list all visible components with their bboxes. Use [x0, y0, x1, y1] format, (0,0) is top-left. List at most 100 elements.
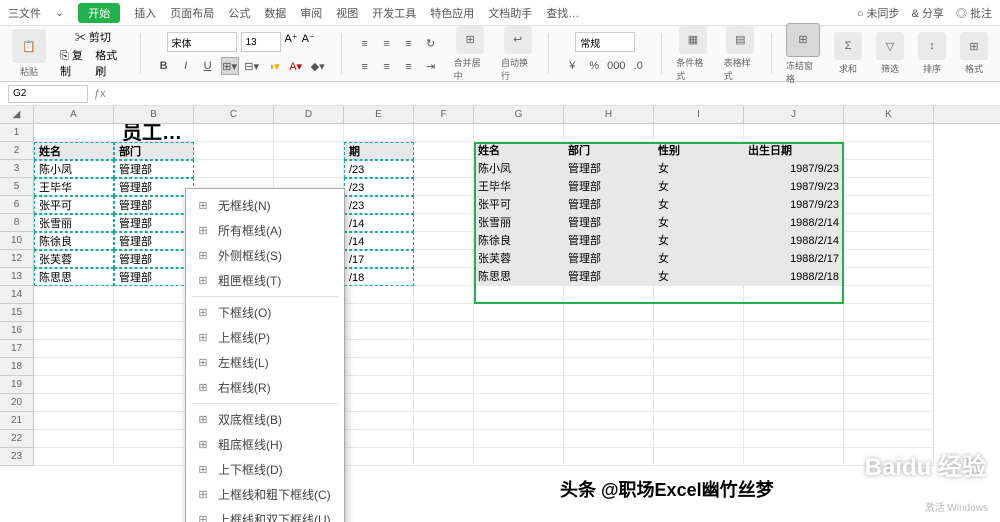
cell[interactable]: 张芙蓉 [474, 250, 564, 268]
cell[interactable]: 1988/2/14 [744, 214, 844, 232]
cell[interactable] [344, 124, 414, 142]
cell[interactable] [414, 340, 474, 358]
cell[interactable] [344, 340, 414, 358]
fill-color-button[interactable]: ⊟▾ [243, 57, 261, 75]
cell[interactable] [654, 304, 744, 322]
cell[interactable]: 女 [654, 196, 744, 214]
font-color-button[interactable]: A▾ [287, 57, 305, 75]
cell[interactable] [194, 160, 274, 178]
cell[interactable] [844, 160, 934, 178]
border-menu-item[interactable]: ⊞双底框线(B) [186, 407, 344, 432]
cell[interactable] [844, 250, 934, 268]
align-center-icon[interactable]: ≡ [378, 58, 396, 76]
row-header[interactable]: 23 [0, 448, 34, 466]
cell[interactable]: 张平可 [34, 196, 114, 214]
cell[interactable] [744, 304, 844, 322]
cell[interactable] [564, 124, 654, 142]
cell[interactable] [344, 430, 414, 448]
cell[interactable] [414, 412, 474, 430]
cell[interactable] [34, 394, 114, 412]
cell[interactable] [474, 286, 564, 304]
cell[interactable] [744, 430, 844, 448]
cell[interactable] [844, 124, 934, 142]
col-header[interactable]: F [414, 106, 474, 123]
cell[interactable]: /23 [344, 196, 414, 214]
cell[interactable]: 张芙蓉 [34, 250, 114, 268]
cell[interactable] [564, 394, 654, 412]
share-button[interactable]: & 分享 [912, 5, 944, 21]
cell[interactable] [654, 448, 744, 466]
cell[interactable]: 陈思思 [474, 268, 564, 286]
cell[interactable] [654, 124, 744, 142]
menu-icon[interactable]: ⌄ [55, 6, 64, 19]
cell[interactable]: 管理部 [114, 232, 194, 250]
cell[interactable] [654, 322, 744, 340]
cell[interactable]: /18 [344, 268, 414, 286]
cell[interactable] [414, 304, 474, 322]
cell[interactable] [564, 430, 654, 448]
cell[interactable] [844, 214, 934, 232]
cell[interactable] [474, 376, 564, 394]
condfmt-icon[interactable]: ▦ [679, 26, 707, 54]
cell[interactable]: 管理部 [114, 196, 194, 214]
cell[interactable] [844, 304, 934, 322]
cell[interactable]: 管理部 [114, 160, 194, 178]
cell[interactable]: 陈思思 [34, 268, 114, 286]
cell[interactable] [654, 358, 744, 376]
row-header[interactable]: 16 [0, 322, 34, 340]
freeze-icon[interactable]: ⊞ [786, 23, 820, 57]
cell[interactable] [414, 196, 474, 214]
tab-special[interactable]: 特色应用 [430, 5, 474, 21]
row-header[interactable]: 14 [0, 286, 34, 304]
cell[interactable] [844, 178, 934, 196]
cell[interactable]: 女 [654, 232, 744, 250]
cell[interactable]: 管理部 [564, 232, 654, 250]
cell[interactable] [414, 430, 474, 448]
cell[interactable] [744, 322, 844, 340]
cell[interactable] [474, 394, 564, 412]
effects-button[interactable]: ◆▾ [309, 57, 327, 75]
cell[interactable] [844, 430, 934, 448]
tab-start[interactable]: 开始 [78, 3, 120, 23]
cell[interactable]: 陈小凤 [474, 160, 564, 178]
col-header[interactable]: C [194, 106, 274, 123]
cell[interactable]: 部门 [114, 142, 194, 160]
cell[interactable] [744, 286, 844, 304]
cell[interactable] [414, 124, 474, 142]
merge-icon[interactable]: ⊞ [456, 26, 484, 54]
cell[interactable]: 部门 [564, 142, 654, 160]
bold-button[interactable]: B [155, 57, 173, 75]
col-header[interactable]: D [274, 106, 344, 123]
tab-insert[interactable]: 插入 [134, 5, 156, 21]
tab-dev[interactable]: 开发工具 [372, 5, 416, 21]
cell[interactable] [844, 232, 934, 250]
highlight-button[interactable]: ◑▾ [265, 57, 283, 75]
font-size-input[interactable] [241, 32, 281, 52]
cell[interactable]: 管理部 [564, 250, 654, 268]
row-header[interactable]: 19 [0, 376, 34, 394]
cell[interactable] [474, 304, 564, 322]
cell[interactable]: 1987/9/23 [744, 196, 844, 214]
cell[interactable] [744, 358, 844, 376]
tab-data[interactable]: 数据 [264, 5, 286, 21]
col-header[interactable]: H [564, 106, 654, 123]
tab-view[interactable]: 视图 [336, 5, 358, 21]
cell[interactable] [844, 286, 934, 304]
cell[interactable] [344, 394, 414, 412]
cell[interactable] [114, 358, 194, 376]
row-header[interactable]: 10 [0, 232, 34, 250]
cell-reference-input[interactable] [8, 85, 88, 103]
italic-button[interactable]: I [177, 57, 195, 75]
cell[interactable]: 张雪丽 [34, 214, 114, 232]
underline-button[interactable]: U [199, 57, 217, 75]
cell[interactable] [744, 394, 844, 412]
cell[interactable]: 张平可 [474, 196, 564, 214]
cell[interactable] [114, 340, 194, 358]
cell[interactable] [414, 268, 474, 286]
cell[interactable] [114, 394, 194, 412]
border-menu-item[interactable]: ⊞粗匣框线(T) [186, 268, 344, 293]
sort-icon[interactable]: ↕ [918, 32, 946, 60]
row-header[interactable]: 8 [0, 214, 34, 232]
spreadsheet-grid[interactable]: ◢ A B C D E F G H I J K 1员工…2姓名部门期姓名部门性别… [0, 106, 1000, 522]
cell[interactable] [744, 124, 844, 142]
